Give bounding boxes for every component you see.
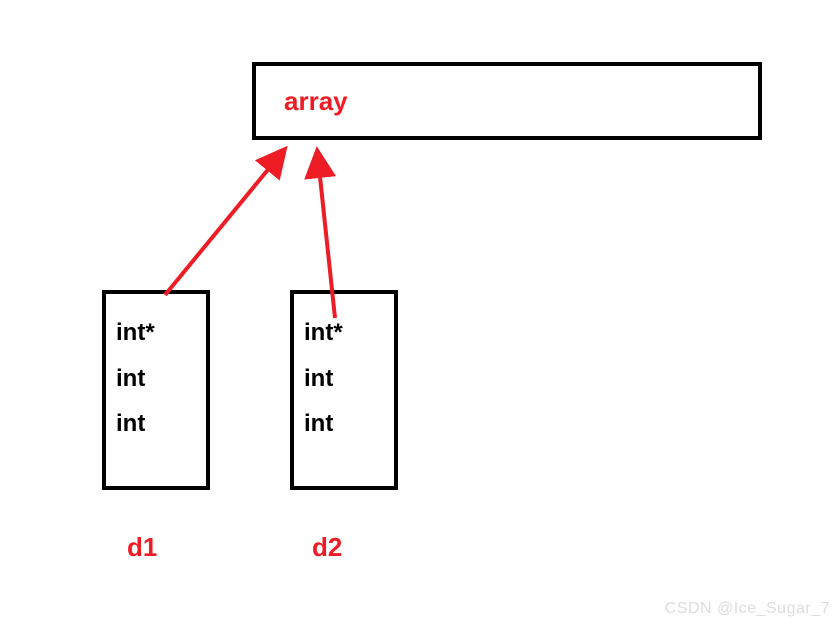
d2-field-2: int	[304, 401, 394, 447]
label-d1: d1	[127, 532, 157, 563]
d2-field-0: int*	[304, 310, 394, 356]
d1-field-2: int	[116, 401, 206, 447]
arrow-d1-to-array	[165, 155, 280, 295]
watermark: CSDN @Ice_Sugar_7	[665, 600, 830, 618]
struct-box-d1: int* int int	[102, 290, 210, 490]
array-label: array	[284, 86, 348, 117]
array-box: array	[252, 62, 762, 140]
d1-field-0: int*	[116, 310, 206, 356]
struct-box-d2: int* int int	[290, 290, 398, 490]
d1-field-1: int	[116, 356, 206, 402]
d2-field-1: int	[304, 356, 394, 402]
label-d2: d2	[312, 532, 342, 563]
